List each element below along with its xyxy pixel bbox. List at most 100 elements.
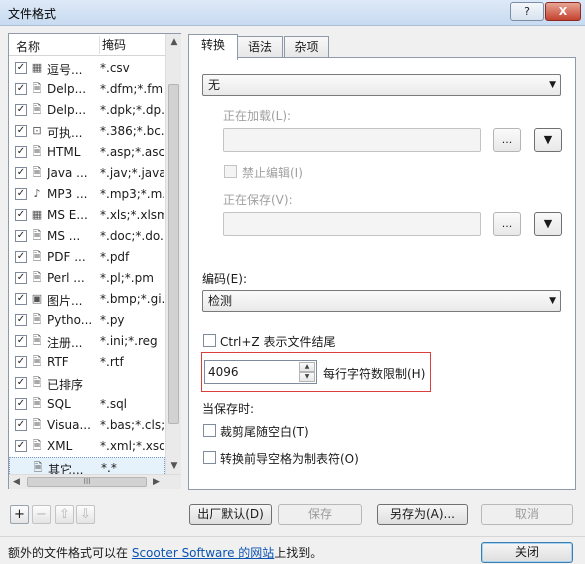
format-enabled-checkbox[interactable]: ✓ xyxy=(15,251,27,263)
list-item[interactable]: ✓ 🗎 Perl ... *.pl;*.pm xyxy=(9,268,165,289)
loading-command-input[interactable] xyxy=(223,128,481,152)
column-header-mask[interactable]: 掩码 xyxy=(99,36,126,54)
trim-whitespace-checkbox[interactable] xyxy=(203,424,216,437)
format-mask: *.jav;*.java xyxy=(100,166,164,180)
format-enabled-checkbox[interactable]: ✓ xyxy=(15,230,27,242)
list-item[interactable]: ✓ 🗎 SQL *.sql xyxy=(9,394,165,415)
column-header-name[interactable]: 名称 xyxy=(16,38,40,55)
h-scroll-thumb[interactable]: III xyxy=(27,477,147,487)
list-item[interactable]: ✓ 🗎 Visua... *.bas;*.cls;... xyxy=(9,415,165,436)
format-enabled-checkbox[interactable]: ✓ xyxy=(15,83,27,95)
loading-browse-button[interactable]: ... xyxy=(493,128,521,152)
move-up-button[interactable]: ⇧ xyxy=(55,505,74,524)
format-mask: *.rtf xyxy=(100,355,124,369)
format-enabled-checkbox[interactable]: ✓ xyxy=(15,167,27,179)
format-name: MP3 ... xyxy=(47,187,88,201)
format-enabled-checkbox[interactable]: ✓ xyxy=(15,146,27,158)
list-item[interactable]: ✓ 🗎 Delp... *.dpk;*.dp... xyxy=(9,100,165,121)
encoding-label: 编码(E): xyxy=(202,272,247,286)
format-enabled-checkbox[interactable]: ✓ xyxy=(15,209,27,221)
tab-misc[interactable]: 杂项 xyxy=(284,36,329,58)
format-name: MS ... xyxy=(47,229,81,243)
vertical-scrollbar[interactable]: ▲ ▼ xyxy=(165,34,181,474)
list-item[interactable]: ✓ 🗎 XML *.xml;*.xsd xyxy=(9,436,165,457)
grid-file-icon: ▦ xyxy=(31,208,43,221)
scroll-up-icon[interactable]: ▲ xyxy=(166,34,182,50)
save-as-button[interactable]: 另存为(A)... xyxy=(377,504,468,525)
format-enabled-checkbox[interactable]: ✓ xyxy=(15,440,27,452)
saving-menu-button[interactable]: ▼ xyxy=(534,212,562,236)
scroll-left-icon[interactable]: ◀ xyxy=(9,475,24,490)
conversion-type-dropdown[interactable]: 无 ▼ xyxy=(202,74,561,96)
list-item[interactable]: ✓ 🗎 MS ... *.doc;*.do... xyxy=(9,226,165,247)
format-enabled-checkbox[interactable]: ✓ xyxy=(15,335,27,347)
format-mask: *.xls;*.xlsm xyxy=(100,208,164,222)
format-enabled-checkbox[interactable]: ✓ xyxy=(15,188,27,200)
format-enabled-checkbox[interactable]: ✓ xyxy=(15,377,27,389)
list-item[interactable]: ✓ 🗎 Pytho... *.py xyxy=(9,310,165,331)
format-enabled-checkbox[interactable]: ✓ xyxy=(15,398,27,410)
remove-format-button[interactable]: − xyxy=(32,505,51,524)
list-item[interactable]: ✓ ♪ MP3 ... *.mp3;*.m... xyxy=(9,184,165,205)
format-name: XML xyxy=(47,439,73,453)
scroll-down-icon[interactable]: ▼ xyxy=(166,458,182,474)
spaces-to-tabs-checkbox[interactable] xyxy=(203,451,216,464)
format-name: 可执... xyxy=(47,126,83,140)
close-button[interactable]: 关闭 xyxy=(481,542,573,563)
stepper-up-icon[interactable]: ▲ xyxy=(299,362,315,372)
format-enabled-checkbox[interactable]: ✓ xyxy=(15,272,27,284)
encoding-dropdown[interactable]: 检测 ▼ xyxy=(202,290,561,312)
saving-command-input[interactable] xyxy=(223,212,481,236)
ctrlz-eof-checkbox[interactable] xyxy=(203,334,216,347)
close-window-button[interactable]: X xyxy=(545,2,581,21)
format-enabled-checkbox[interactable]: ✓ xyxy=(15,293,27,305)
stepper-down-icon[interactable]: ▼ xyxy=(299,372,315,382)
format-enabled-checkbox[interactable]: ✓ xyxy=(15,314,27,326)
saving-browse-button[interactable]: ... xyxy=(493,212,521,236)
loading-label: 正在加载(L): xyxy=(223,109,292,123)
horizontal-scrollbar[interactable]: ◀ III ▶ xyxy=(9,474,181,489)
list-item[interactable]: ✓ ⊡ 可执... *.386;*.bc... xyxy=(9,121,165,142)
save-button[interactable]: 保存 xyxy=(278,504,362,525)
add-format-button[interactable]: + xyxy=(10,505,29,524)
list-item[interactable]: ✓ 🗎 Delp... *.dfm;*.fm... xyxy=(9,79,165,100)
list-header: 名称 掩码 xyxy=(9,34,165,56)
scroll-thumb[interactable] xyxy=(168,84,179,424)
format-enabled-checkbox[interactable]: ✓ xyxy=(15,125,27,137)
list-item[interactable]: ✓ 🗎 注册... *.ini;*.reg xyxy=(9,331,165,352)
status-bar: 额外的文件格式可以在 Scooter Software 的网站上找到。 关闭 xyxy=(0,536,585,564)
line-limit-value[interactable]: 4096 xyxy=(208,365,239,379)
website-link[interactable]: Scooter Software 的网站 xyxy=(132,546,274,560)
tab-conversion[interactable]: 转换 xyxy=(188,34,238,60)
list-item[interactable]: ✓ 🗎 HTML *.asp;*.asc... xyxy=(9,142,165,163)
format-enabled-checkbox[interactable]: ✓ xyxy=(15,356,27,368)
factory-defaults-button[interactable]: 出厂默认(D) xyxy=(189,504,272,525)
loading-menu-button[interactable]: ▼ xyxy=(534,128,562,152)
window-title: 文件格式 xyxy=(8,7,57,21)
list-item[interactable]: ✓ 🗎 RTF *.rtf xyxy=(9,352,165,373)
format-name: PDF ... xyxy=(47,250,86,264)
tab-grammar[interactable]: 语法 xyxy=(237,36,283,58)
format-mask: *.doc;*.do... xyxy=(100,229,164,243)
cancel-button[interactable]: 取消 xyxy=(481,504,573,525)
list-item[interactable]: ✓ ▣ 图片... *.bmp;*.gi... xyxy=(9,289,165,310)
list-item[interactable]: ✓ 🗎 PDF ... *.pdf xyxy=(9,247,165,268)
document-icon: 🗎 xyxy=(32,355,42,368)
format-enabled-checkbox[interactable]: ✓ xyxy=(15,104,27,116)
help-button[interactable]: ? xyxy=(510,2,544,21)
format-enabled-checkbox[interactable]: ✓ xyxy=(15,62,27,74)
list-item[interactable]: ✓ 🗎 Java ... *.jav;*.java xyxy=(9,163,165,184)
status-suffix: 上找到。 xyxy=(274,546,323,560)
scroll-right-icon[interactable]: ▶ xyxy=(149,475,164,490)
line-limit-stepper[interactable]: 4096 ▲ ▼ xyxy=(204,360,317,384)
move-down-button[interactable]: ⇩ xyxy=(76,505,95,524)
list-item[interactable]: ✓ 🗎 已排序 xyxy=(9,373,165,394)
disable-edit-checkbox[interactable] xyxy=(224,165,237,178)
document-icon: 🗎 xyxy=(32,439,42,452)
grid-file-icon: ▦ xyxy=(31,61,43,74)
list-item[interactable]: ✓ ▦ MS E... *.xls;*.xlsm xyxy=(9,205,165,226)
format-enabled-checkbox[interactable]: ✓ xyxy=(15,419,27,431)
line-limit-label: 每行字符数限制(H) xyxy=(323,367,426,381)
saving-label: 正在保存(V): xyxy=(223,193,293,207)
list-item[interactable]: ✓ ▦ 逗号... *.csv xyxy=(9,58,165,79)
